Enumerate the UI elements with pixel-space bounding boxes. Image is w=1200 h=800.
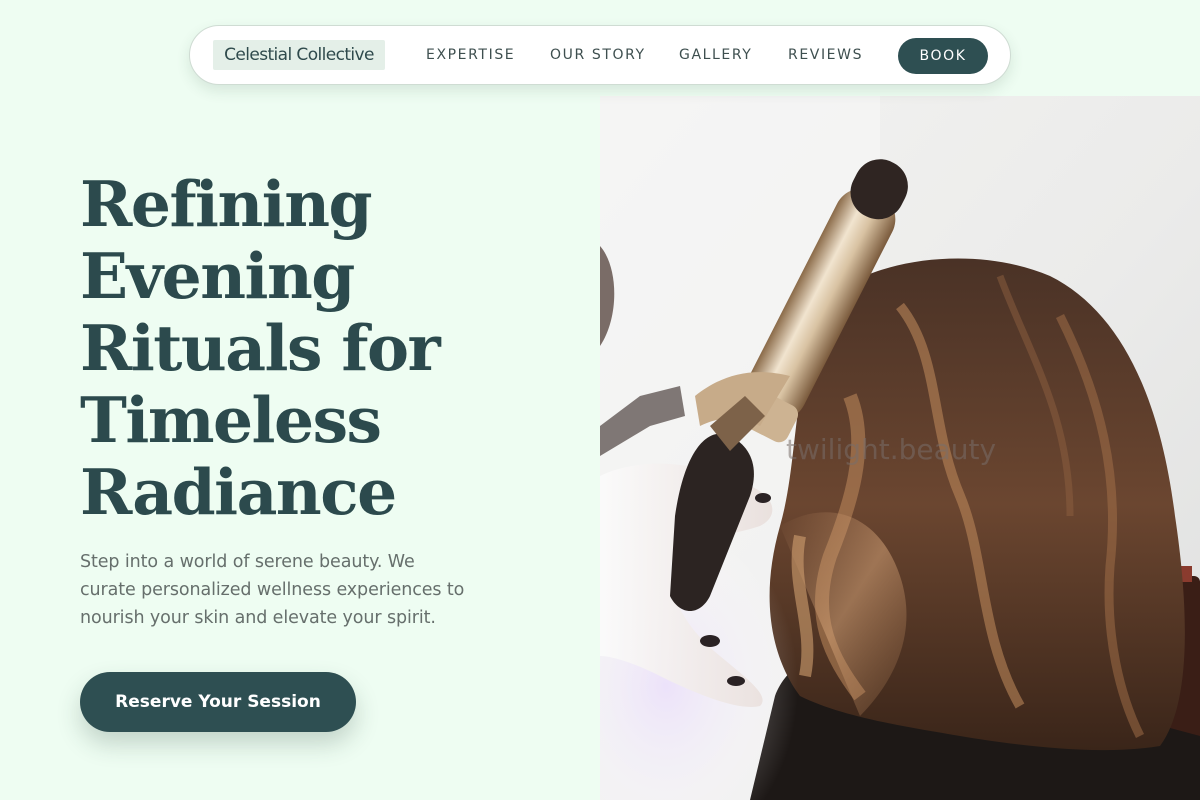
nav-link-gallery[interactable]: GALLERY	[679, 26, 752, 84]
nav-link-reviews[interactable]: REVIEWS	[788, 26, 863, 84]
headline-line: Radiance	[80, 455, 397, 529]
headline-line: Evening	[80, 239, 355, 313]
page: Celestial Collective EXPERTISE OUR STORY…	[0, 0, 1200, 800]
headline-line: Rituals for	[80, 311, 441, 385]
reserve-session-button[interactable]: Reserve Your Session	[80, 672, 356, 732]
nav-link-our-story[interactable]: OUR STORY	[550, 26, 646, 84]
description-line: curate personalized wellness experiences…	[80, 580, 465, 600]
top-nav: Celestial Collective EXPERTISE OUR STORY…	[189, 25, 1011, 85]
hero-headline: Refining Evening Rituals for Timeless Ra…	[80, 168, 580, 528]
description-line: Step into a world of serene beauty. We	[80, 552, 415, 572]
headline-line: Timeless	[80, 383, 382, 457]
description-line: nourish your skin and elevate your spiri…	[80, 608, 436, 628]
image-watermark: twilight.beauty	[786, 433, 997, 466]
brand-logo[interactable]: Celestial Collective	[213, 40, 385, 70]
book-button[interactable]: BOOK	[898, 38, 988, 74]
hero-description: Step into a world of serene beauty. We c…	[80, 548, 540, 632]
nav-link-expertise[interactable]: EXPERTISE	[426, 26, 515, 84]
headline-line: Refining	[80, 167, 373, 241]
hero-image: twilight.beauty	[600, 96, 1200, 800]
